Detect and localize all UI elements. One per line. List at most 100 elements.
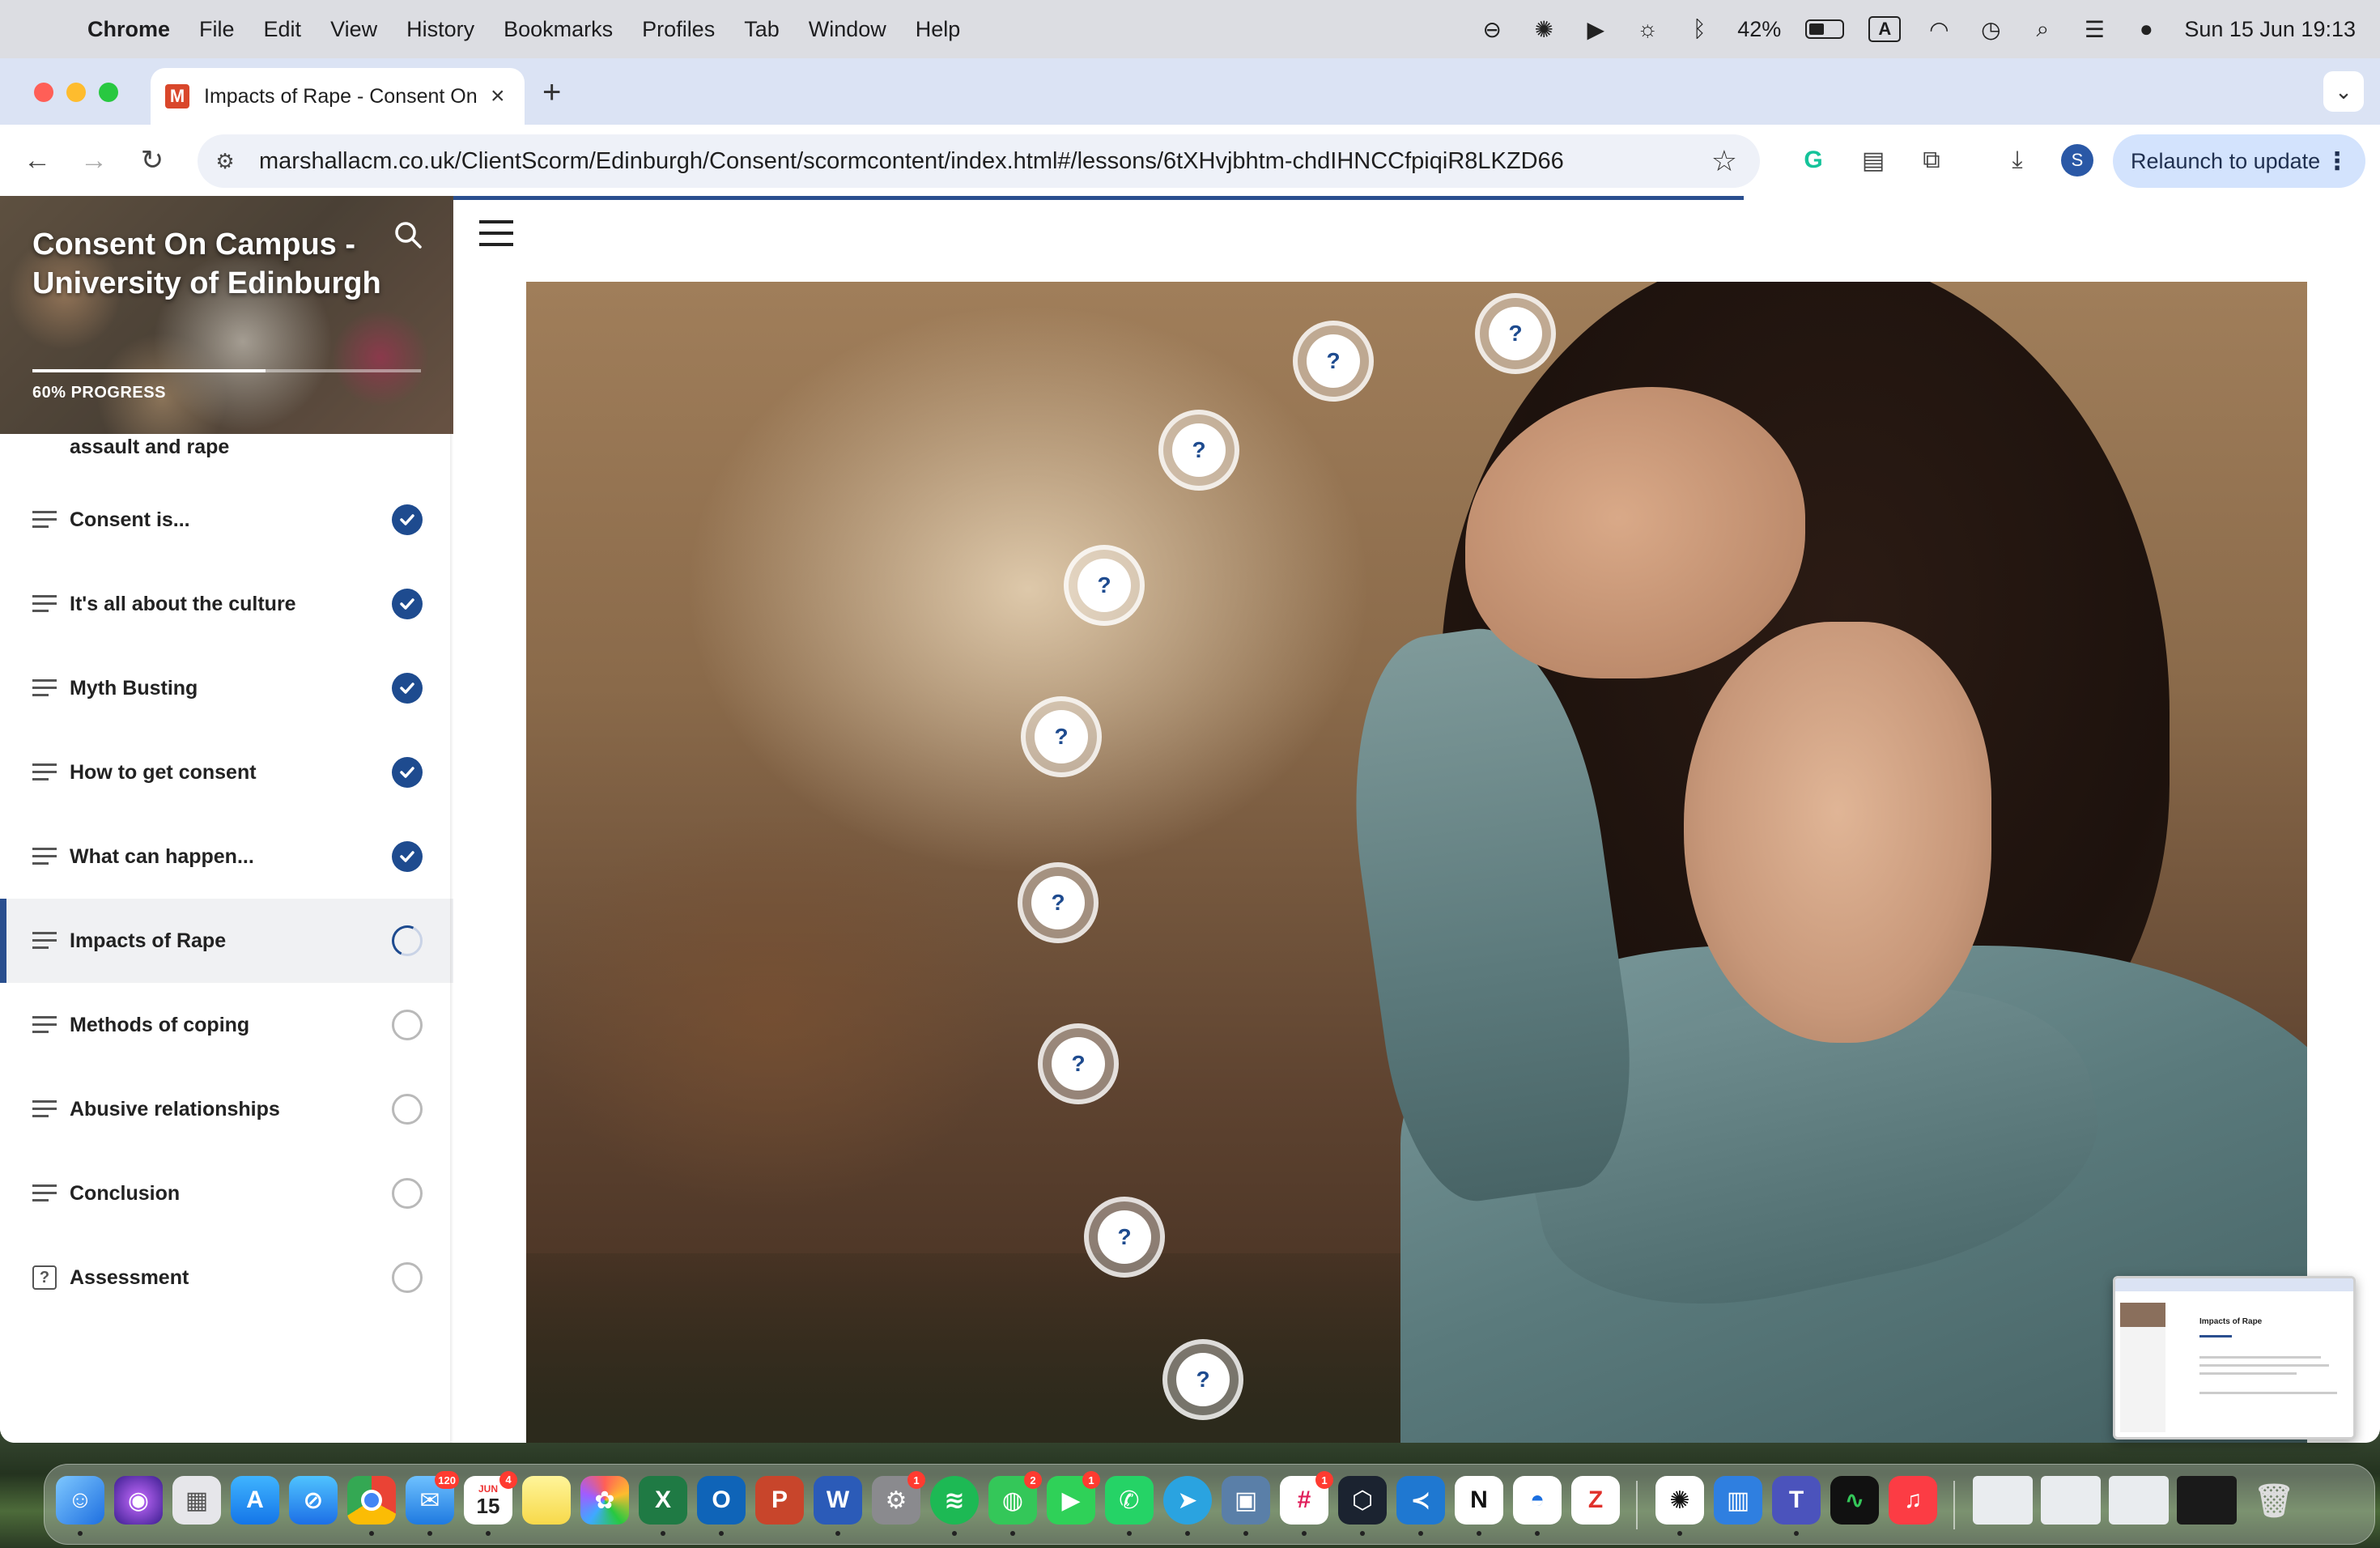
lesson-item-myth-busting[interactable]: Myth Busting [0, 646, 453, 730]
minimized-window-2[interactable] [2041, 1476, 2101, 1525]
word-icon[interactable]: W [814, 1476, 862, 1536]
tab-search-icon[interactable]: ⌄ [2323, 71, 2364, 112]
menu-history[interactable]: History [406, 17, 474, 42]
lesson-item-consent-is[interactable]: Consent is... [0, 478, 453, 562]
chatgpt-app-icon[interactable]: ✺ [1655, 1476, 1704, 1536]
relaunch-button[interactable]: Relaunch to update ⋮ [2113, 134, 2365, 188]
whatsapp-icon[interactable]: ✆ [1105, 1476, 1154, 1536]
telegram-icon[interactable]: ➤ [1163, 1476, 1212, 1536]
cursor-app-icon[interactable]: ⬡ [1338, 1476, 1387, 1536]
tab-close-icon[interactable]: × [491, 83, 505, 110]
reading-list-icon[interactable]: ▤ [1857, 144, 1889, 176]
browser-menu-icon[interactable]: ⋮ [2325, 147, 2349, 176]
back-icon[interactable]: ← [19, 142, 55, 178]
lesson-item-assessment[interactable]: ? Assessment [0, 1235, 453, 1320]
extensions-puzzle-icon[interactable]: ⧉ [1915, 144, 1948, 176]
minimize-window-button[interactable] [66, 83, 86, 102]
grammarly-extension-icon[interactable]: G [1797, 144, 1830, 176]
siri-icon[interactable]: ● [2132, 15, 2160, 43]
activity-monitor-icon[interactable]: ∿ [1830, 1476, 1879, 1525]
menu-window[interactable]: Window [809, 17, 886, 42]
spotlight-search-icon[interactable]: ⌕ [2029, 15, 2056, 43]
siri-app-icon[interactable]: ◉ [114, 1476, 163, 1525]
url-text[interactable]: marshallacm.co.uk/ClientScorm/Edinburgh/… [259, 148, 1564, 175]
reload-icon[interactable]: ↻ [134, 142, 170, 178]
site-settings-icon[interactable]: ⚙ [209, 145, 241, 177]
hotspot-marker-4[interactable]: ? [1064, 545, 1145, 626]
teams-icon[interactable]: T [1772, 1476, 1821, 1536]
wifi-icon[interactable]: ◠ [1925, 15, 1953, 43]
launchpad-icon[interactable]: ▦ [172, 1476, 221, 1525]
facetime-icon[interactable]: ▶ 1 [1047, 1471, 1100, 1525]
hotspot-marker-2[interactable]: ? [1293, 321, 1374, 402]
trash-icon[interactable]: 🗑 [2250, 1476, 2298, 1525]
spotify-icon[interactable]: ≋ [930, 1476, 979, 1536]
lesson-partial-label[interactable]: assault and rape [70, 436, 229, 459]
hotspot-marker-9[interactable]: ? [1162, 1339, 1243, 1420]
app-store-icon[interactable]: A [231, 1476, 279, 1525]
menu-view[interactable]: View [330, 17, 377, 42]
focus-icon[interactable]: ⊖ [1478, 15, 1506, 43]
notes-icon[interactable] [522, 1476, 571, 1525]
lesson-item-abusive-relationships[interactable]: Abusive relationships [0, 1067, 453, 1151]
slack-icon[interactable]: #1 [1280, 1471, 1333, 1536]
menu-app-name[interactable]: Chrome [87, 17, 170, 42]
notion-icon[interactable]: N [1455, 1476, 1503, 1536]
bookmark-star-icon[interactable]: ☆ [1711, 144, 1737, 178]
forward-icon[interactable]: → [76, 142, 112, 178]
address-bar[interactable]: ⚙ marshallacm.co.uk/ClientScorm/Edinburg… [198, 134, 1760, 188]
system-settings-icon[interactable]: ⚙ 1 [872, 1471, 925, 1525]
menu-bookmarks[interactable]: Bookmarks [504, 17, 613, 42]
downloads-icon[interactable]: ⤓ [2001, 144, 2034, 176]
excel-icon[interactable]: X [639, 1476, 687, 1536]
lesson-item-get-consent[interactable]: How to get consent [0, 730, 453, 814]
clock[interactable]: Sun 15 Jun 19:13 [2184, 17, 2356, 42]
hotspot-marker-3[interactable]: ? [1158, 410, 1239, 491]
hotspot-marker-7[interactable]: ? [1038, 1023, 1119, 1104]
bluetooth-icon[interactable]: ᛒ [1685, 15, 1713, 43]
lesson-item-what-can-happen[interactable]: What can happen... [0, 814, 453, 899]
hotspot-marker-8[interactable]: ? [1084, 1197, 1165, 1278]
mail-icon[interactable]: ✉ 120 [406, 1471, 459, 1536]
control-center-icon[interactable]: ☰ [2080, 15, 2108, 43]
chrome-icon[interactable] [347, 1476, 396, 1536]
new-tab-button[interactable]: + [542, 74, 561, 111]
outlook-icon[interactable]: O [697, 1476, 746, 1536]
menu-file[interactable]: File [199, 17, 235, 42]
photos-icon[interactable]: ✿ [580, 1476, 629, 1525]
battery-icon[interactable] [1805, 19, 1845, 39]
preview-app-icon[interactable]: ▣ [1222, 1476, 1270, 1536]
input-source-icon[interactable]: A [1868, 16, 1902, 42]
menu-edit[interactable]: Edit [264, 17, 302, 42]
profile-avatar[interactable]: S [2061, 144, 2093, 176]
hotspot-marker-5[interactable]: ? [1021, 696, 1102, 777]
finder-icon[interactable]: ☺ [56, 1476, 104, 1536]
menu-tab[interactable]: Tab [744, 17, 780, 42]
zotero-icon[interactable]: Z [1571, 1476, 1620, 1525]
search-icon[interactable] [392, 219, 424, 251]
lesson-item-coping[interactable]: Methods of coping [0, 983, 453, 1067]
calendar-icon[interactable]: JUN 15 4 [464, 1471, 517, 1536]
menu-profiles[interactable]: Profiles [642, 17, 715, 42]
hamburger-menu-icon[interactable] [479, 220, 515, 248]
lesson-item-impacts-of-rape[interactable]: Impacts of Rape [0, 899, 453, 983]
minimized-window-1[interactable] [1973, 1476, 2033, 1525]
close-window-button[interactable] [34, 83, 53, 102]
course-title[interactable]: Consent On Campus - University of Edinbu… [32, 225, 389, 303]
minimized-window-4[interactable] [2177, 1476, 2237, 1525]
minimized-window-3[interactable] [2109, 1476, 2169, 1525]
menu-help[interactable]: Help [916, 17, 961, 42]
lesson-item-culture[interactable]: It's all about the culture [0, 562, 453, 646]
play-icon[interactable]: ▶ [1582, 15, 1609, 43]
safari-icon[interactable]: ⊘ [289, 1476, 338, 1525]
music-icon[interactable]: ♫ [1889, 1476, 1937, 1525]
time-machine-icon[interactable]: ◷ [1977, 15, 2004, 43]
keynote-icon[interactable]: ▥ [1714, 1476, 1762, 1525]
vscode-icon[interactable]: ≺ [1396, 1476, 1445, 1536]
lesson-item-conclusion[interactable]: Conclusion [0, 1151, 453, 1235]
hotspot-marker-6[interactable]: ? [1018, 862, 1099, 943]
fullscreen-window-button[interactable] [99, 83, 118, 102]
messages-icon[interactable]: ◍ 2 [988, 1471, 1042, 1536]
brightness-icon[interactable]: ☼ [1634, 15, 1661, 43]
tab-active[interactable]: M Impacts of Rape - Consent On Campus × [151, 68, 525, 125]
